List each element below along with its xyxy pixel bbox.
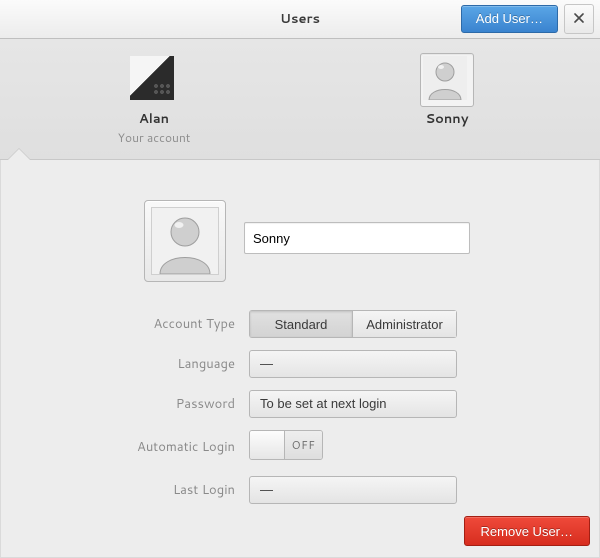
account-type-administrator[interactable]: Administrator	[353, 310, 457, 338]
account-type-standard[interactable]: Standard	[249, 310, 353, 338]
account-item-alan[interactable]: Alan Your account	[112, 53, 196, 146]
tab-pointer-notch	[8, 149, 30, 160]
label-last-login: Last Login	[80, 481, 249, 499]
switch-off-label: OFF	[285, 431, 322, 459]
avatar-picker-button[interactable]	[144, 200, 226, 282]
account-name: Alan	[112, 110, 196, 128]
close-button[interactable]	[564, 4, 594, 34]
account-name: Sonny	[405, 110, 489, 128]
accounts-strip: Alan Your account Sonny	[0, 39, 600, 160]
person-avatar-icon	[151, 207, 219, 275]
headerbar: Users Add User…	[0, 0, 600, 39]
language-selector[interactable]: —	[249, 350, 457, 378]
label-account-type: Account Type	[80, 315, 249, 333]
automatic-login-switch[interactable]: OFF	[249, 430, 323, 460]
add-user-button[interactable]: Add User…	[461, 5, 558, 33]
footer: Remove User…	[464, 516, 590, 546]
label-password: Password	[80, 395, 249, 413]
calculator-avatar-icon	[130, 56, 174, 100]
password-button[interactable]: To be set at next login	[249, 390, 457, 418]
person-avatar-icon	[423, 56, 467, 100]
last-login-button[interactable]: —	[249, 476, 457, 504]
account-type-segmented: Standard Administrator	[249, 310, 457, 338]
close-icon	[574, 10, 584, 28]
full-name-input[interactable]	[244, 222, 470, 254]
label-language: Language	[80, 355, 249, 373]
user-detail-pane: Account Type Standard Administrator Lang…	[0, 160, 600, 558]
switch-knob	[250, 431, 285, 459]
account-item-sonny[interactable]: Sonny	[405, 53, 489, 128]
label-automatic-login: Automatic Login	[80, 438, 249, 456]
users-settings-window: Users Add User… Alan Your account	[0, 0, 600, 558]
remove-user-button[interactable]: Remove User…	[464, 516, 590, 546]
account-subtitle: Your account	[112, 129, 196, 146]
